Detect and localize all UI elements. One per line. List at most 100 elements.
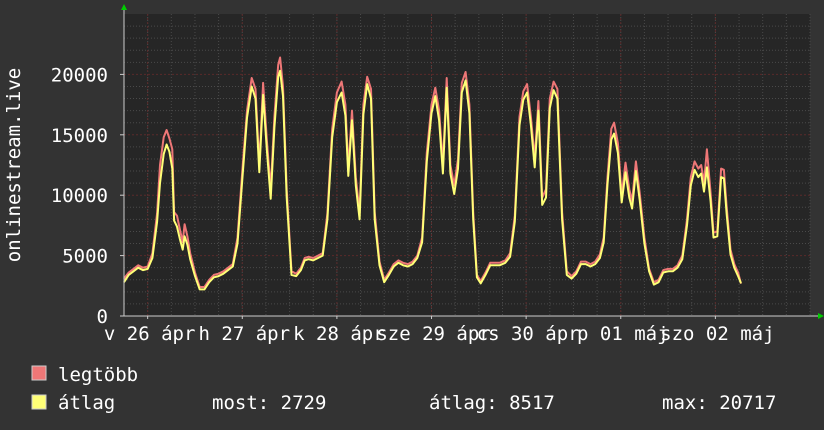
average-data-point: [716, 235, 718, 237]
average-data-point: [449, 172, 451, 175]
x-tick-label: k 28 ápr: [293, 323, 385, 345]
average-data-point: [347, 175, 349, 177]
max-data-point: [690, 176, 692, 178]
average-data-point: [159, 182, 161, 184]
max-data-point: [186, 235, 188, 237]
max-data-point: [499, 262, 501, 264]
average-data-point: [189, 258, 191, 260]
average-data-point: [541, 204, 543, 206]
average-data-point: [326, 218, 328, 220]
average-data-point: [307, 258, 310, 260]
max-data-point: [672, 268, 674, 270]
max-data-point: [397, 259, 399, 261]
x-tick-label: v 26 ápr: [104, 323, 196, 345]
average-data-point: [737, 275, 739, 277]
average-data-point: [213, 276, 215, 278]
average-data-point: [402, 264, 404, 266]
average-data-point: [434, 95, 436, 97]
average-data-point: [639, 199, 641, 201]
average-data-point: [499, 264, 501, 266]
max-data-point: [132, 268, 135, 270]
max-data-point: [336, 91, 338, 94]
max-data-point: [176, 215, 178, 217]
max-data-point: [522, 90, 524, 92]
average-data-point: [457, 168, 459, 170]
average-data-point: [317, 257, 319, 259]
average-data-point: [251, 85, 253, 88]
max-data-point: [494, 262, 496, 264]
average-data-point: [286, 197, 288, 199]
average-data-point: [561, 218, 563, 220]
average-data-point: [262, 94, 264, 96]
average-data-point: [322, 255, 324, 257]
average-data-point: [575, 273, 577, 275]
max-data-point: [307, 256, 310, 258]
average-data-point: [336, 101, 338, 103]
average-data-point: [179, 238, 181, 240]
average-data-point: [723, 177, 725, 179]
max-data-point: [624, 162, 627, 164]
y-tick-label: 20000: [51, 64, 108, 86]
average-data-point: [232, 265, 234, 268]
average-data-point: [729, 253, 732, 255]
average-data-point: [653, 284, 655, 286]
average-data-point: [643, 242, 646, 245]
average-data-point: [733, 267, 735, 269]
max-data-point: [370, 88, 372, 90]
average-data-point: [694, 169, 696, 171]
average-data-point: [518, 124, 521, 126]
x-tick-label: szo 02 máj: [660, 323, 774, 345]
x-tick-label: sze 29 ápr: [376, 323, 490, 345]
average-data-point: [672, 270, 674, 272]
average-data-point: [442, 172, 444, 175]
max-data-point: [163, 136, 165, 138]
legend-swatch-avg: [31, 394, 47, 410]
max-data-point: [168, 137, 170, 139]
max-data-point: [341, 81, 343, 83]
average-data-point: [631, 207, 633, 210]
average-data-point: [480, 282, 482, 284]
x-tick-labels: v 26 ápr h 27 ápr k 28 áprsze 29 áprcs 30 …: [104, 316, 775, 345]
average-data-point: [530, 124, 532, 126]
max-data-point: [720, 168, 722, 170]
average-data-point: [648, 270, 650, 272]
average-data-point: [227, 269, 229, 271]
average-data-point: [166, 143, 168, 146]
max-data-point: [213, 274, 215, 276]
legend-label-max: legtöbb: [58, 364, 138, 386]
average-data-point: [476, 276, 478, 278]
average-data-point: [407, 265, 409, 268]
average-data-point: [589, 265, 592, 268]
y-tick-label: 5000: [62, 246, 108, 268]
average-data-point: [494, 264, 496, 266]
average-data-point: [658, 281, 660, 283]
average-data-point: [378, 264, 381, 266]
x-tick-label: p 01 máj: [577, 323, 669, 345]
y-tick-labels: 05000100001500020000: [51, 64, 124, 328]
max-data-point: [393, 263, 395, 265]
average-data-point: [370, 98, 372, 100]
summary-max: max: 20717: [662, 392, 776, 414]
max-data-point: [312, 257, 314, 259]
average-data-point: [703, 191, 705, 193]
max-data-point: [571, 275, 573, 277]
average-data-point: [163, 153, 165, 155]
max-data-point: [617, 142, 619, 144]
max-data-point: [262, 82, 264, 84]
average-data-point: [351, 119, 353, 121]
average-data-point: [388, 274, 390, 276]
average-data-point: [700, 172, 702, 175]
max-data-point: [461, 82, 463, 84]
average-data-point: [446, 87, 448, 89]
average-data-point: [556, 98, 559, 100]
average-data-point: [553, 89, 555, 91]
max-data-point: [662, 269, 664, 271]
chart-canvas: 0 5000 10000 15000 20000 v 26 ápr h 27 ápr k 2…: [0, 0, 824, 430]
average-data-point: [258, 171, 260, 173]
average-data-point: [222, 273, 224, 275]
average-data-point: [304, 259, 306, 261]
x-tick-label: h 27 ápr: [199, 323, 291, 345]
max-data-point: [351, 110, 353, 112]
max-data-point: [171, 148, 173, 150]
max-data-point: [317, 255, 319, 257]
